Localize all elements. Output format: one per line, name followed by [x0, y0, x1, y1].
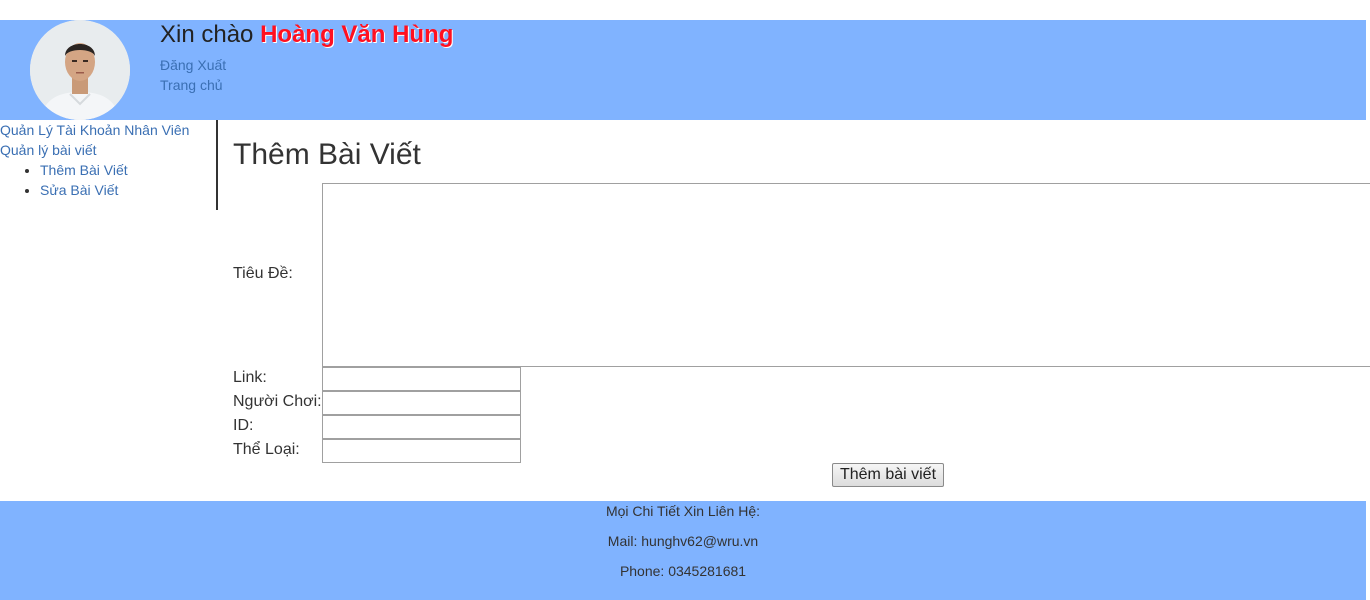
add-post-button[interactable]: Thêm bài viết	[832, 463, 944, 487]
player-input[interactable]	[322, 391, 521, 415]
category-input[interactable]	[322, 439, 521, 463]
greeting-prefix: Xin chào	[160, 21, 254, 48]
footer-mail: Mail: hunghv62@wru.vn	[607, 533, 759, 549]
sidebar-item-manage-posts[interactable]: Quản lý bài viết	[0, 140, 216, 160]
greeting: Xin chào Hoàng Văn Hùng	[160, 21, 453, 49]
link-label: Link:	[233, 369, 267, 386]
logout-link[interactable]: Đăng Xuất	[160, 57, 226, 73]
title-label: Tiêu Đề:	[233, 265, 293, 282]
id-input[interactable]	[322, 415, 521, 439]
user-name: Hoàng Văn Hùng	[260, 21, 454, 48]
sidebar-item-edit-post[interactable]: Sửa Bài Viết	[40, 182, 118, 198]
sidebar-item-add-post[interactable]: Thêm Bài Viết	[40, 162, 128, 178]
page-title: Thêm Bài Viết	[233, 138, 421, 171]
home-link[interactable]: Trang chủ	[160, 77, 223, 93]
link-input[interactable]	[322, 367, 521, 391]
top-header: Xin chào Hoàng Văn Hùng Đăng Xuất Trang …	[0, 20, 1366, 120]
id-label: ID:	[233, 417, 254, 434]
category-label: Thể Loại:	[233, 441, 300, 458]
sidebar-submenu: Thêm Bài Viết Sửa Bài Viết	[0, 160, 216, 200]
sidebar-subitem: Sửa Bài Viết	[40, 180, 216, 200]
footer: Mọi Chi Tiết Xin Liên Hệ: Mail: hunghv62…	[0, 501, 1366, 600]
sidebar-item-manage-accounts[interactable]: Quản Lý Tài Khoản Nhân Viên	[0, 120, 216, 140]
footer-phone: Phone: 0345281681	[619, 563, 747, 579]
player-label: Người Chơi:	[233, 393, 322, 410]
title-textarea[interactable]	[322, 183, 1370, 367]
sidebar-subitem: Thêm Bài Viết	[40, 160, 216, 180]
sidebar: Quản Lý Tài Khoản Nhân Viên Quản lý bài …	[0, 120, 218, 210]
footer-contact-heading: Mọi Chi Tiết Xin Liên Hệ:	[605, 503, 761, 519]
avatar	[30, 20, 130, 120]
user-photo-icon	[30, 20, 130, 120]
